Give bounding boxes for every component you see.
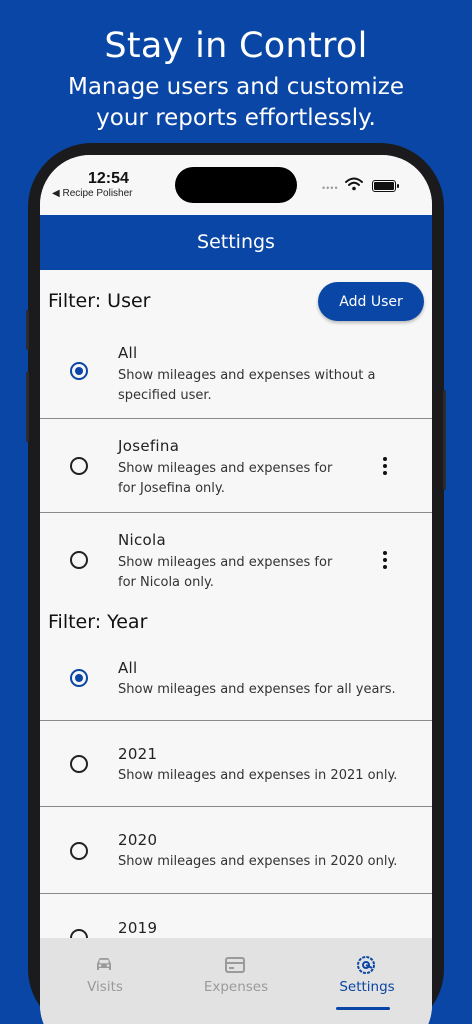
- promo-title: Stay in Control: [104, 26, 368, 66]
- phone-screen: 12:54 ◀ Recipe Polisher •••• Settings Fi…: [40, 155, 432, 1024]
- car-icon: [97, 958, 111, 970]
- active-tab-indicator: [336, 1007, 390, 1010]
- year-filter-option-2020[interactable]: 2020 Show mileages and expenses in 2020 …: [40, 808, 432, 894]
- status-time: 12:54: [88, 170, 129, 187]
- promo-subtitle-line1: Manage users and customize: [67, 74, 405, 100]
- dynamic-island: [175, 167, 297, 203]
- nav-tab-settings[interactable]: Settings: [302, 938, 432, 1008]
- option-description: Show mileages and expenses in 2020 only.: [118, 854, 398, 869]
- option-title: All: [118, 344, 138, 362]
- option-title: 2020: [118, 831, 158, 849]
- nav-label: Expenses: [203, 979, 269, 995]
- signal-icon: ••••: [322, 183, 339, 193]
- phone-side-button: [26, 372, 29, 442]
- radio-unselected[interactable]: [70, 457, 88, 475]
- phone-side-button: [443, 390, 446, 490]
- wifi-icon: [345, 177, 363, 191]
- nav-label: Visits: [87, 979, 123, 995]
- user-filter-option-josefina[interactable]: Josefina Show mileages and expenses for …: [40, 420, 432, 513]
- app-bar-title: Settings: [40, 215, 432, 270]
- year-filter-option-2021[interactable]: 2021 Show mileages and expenses in 2021 …: [40, 722, 432, 807]
- settings-icon: [357, 956, 375, 974]
- radio-unselected[interactable]: [70, 551, 88, 569]
- option-description: Show mileages and expenses without a spe…: [118, 368, 376, 403]
- user-filter-option-all[interactable]: All Show mileages and expenses without a…: [40, 328, 432, 419]
- option-title: All: [118, 659, 138, 677]
- year-filter-option-2019[interactable]: 2019: [40, 895, 432, 947]
- promo-subtitle-line2: your reports effortlessly.: [96, 105, 376, 131]
- add-user-button[interactable]: Add User: [318, 282, 424, 321]
- radio-unselected[interactable]: [70, 755, 88, 773]
- battery-icon: [372, 180, 399, 192]
- bottom-navigation: Visits Expenses Settings: [40, 938, 432, 1024]
- section-title-year-filter: Filter: Year: [48, 611, 148, 633]
- phone-side-button: [26, 310, 29, 350]
- user-filter-option-nicola[interactable]: Nicola Show mileages and expenses for fo…: [40, 514, 432, 600]
- option-description: Show mileages and expenses for for Josef…: [118, 461, 333, 496]
- back-to-app-link[interactable]: ◀ Recipe Polisher: [52, 188, 133, 199]
- option-title: 2019: [118, 919, 158, 937]
- promo-subtitle: Manage users and customize your reports …: [0, 72, 472, 134]
- radio-unselected[interactable]: [70, 842, 88, 860]
- option-title: 2021: [118, 745, 158, 763]
- nav-tab-visits[interactable]: Visits: [40, 938, 170, 1008]
- option-description: Show mileages and expenses in 2021 only.: [118, 768, 398, 783]
- option-title: Nicola: [118, 531, 166, 549]
- nav-tab-expenses[interactable]: Expenses: [171, 938, 301, 1008]
- option-description: Show mileages and expenses for for Nicol…: [118, 555, 333, 590]
- option-title: Josefina: [118, 437, 180, 455]
- option-description: Show mileages and expenses for all years…: [118, 682, 396, 697]
- more-options-icon[interactable]: [376, 548, 394, 572]
- nav-label: Settings: [339, 979, 395, 995]
- year-filter-option-all[interactable]: All Show mileages and expenses for all y…: [40, 643, 432, 721]
- more-options-icon[interactable]: [376, 454, 394, 478]
- radio-selected[interactable]: [70, 362, 88, 380]
- radio-selected[interactable]: [70, 669, 88, 687]
- status-bar: 12:54 ◀ Recipe Polisher ••••: [40, 155, 432, 215]
- section-title-user-filter: Filter: User: [48, 290, 151, 312]
- card-icon: [225, 957, 245, 973]
